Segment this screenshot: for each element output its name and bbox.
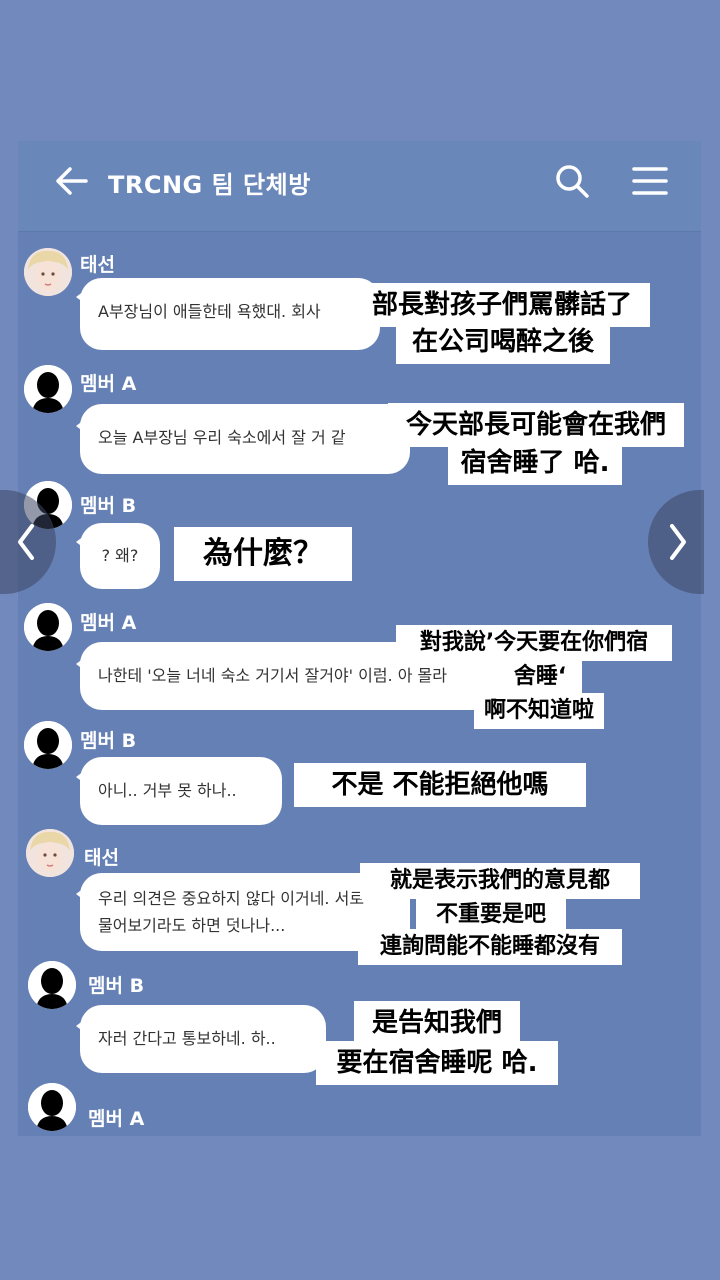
translation-caption: 連詢問能不能睡都沒有 bbox=[358, 929, 622, 965]
translation-caption: 就是表示我們的意見都 bbox=[360, 863, 640, 899]
back-arrow-icon[interactable] bbox=[52, 161, 92, 201]
sender-name: 멤버 B bbox=[80, 495, 137, 517]
sender-name: 태선 bbox=[80, 254, 115, 276]
message-text: A부장님이 애들한테 욕했대. 회사 bbox=[98, 302, 321, 321]
avatar-photo[interactable] bbox=[24, 248, 72, 296]
sender-name: 멤버 B bbox=[80, 730, 137, 752]
translation-caption: 不是 不能拒絕他嗎 bbox=[294, 763, 586, 807]
avatar-silhouette[interactable] bbox=[28, 1083, 76, 1131]
avatar-silhouette[interactable] bbox=[24, 603, 72, 651]
search-icon[interactable] bbox=[552, 161, 592, 201]
sender-name: 멤버 A bbox=[80, 612, 137, 634]
message-text-line: 물어보기라도 하면 덧나나... bbox=[98, 916, 286, 935]
previous-slide-button[interactable] bbox=[0, 490, 56, 594]
hamburger-menu-icon[interactable] bbox=[628, 161, 672, 201]
sender-name: 멤버 B bbox=[88, 975, 145, 997]
message-bubble[interactable]: 아니.. 거부 못 하나.. bbox=[80, 757, 282, 825]
chat-room-title: TRCNG 팀 단체방 bbox=[108, 171, 311, 199]
avatar-silhouette[interactable] bbox=[24, 721, 72, 769]
translation-caption: 宿舍睡了 哈. bbox=[448, 441, 622, 485]
message-text: 자러 간다고 통보하네. 하.. bbox=[98, 1029, 276, 1048]
translation-caption: 為什麼？ bbox=[174, 527, 352, 581]
translation-caption: 要在宿舍睡呢 哈. bbox=[316, 1041, 558, 1085]
message-text: ? 왜? bbox=[101, 546, 139, 565]
message-text: 오늘 A부장님 우리 숙소에서 잘 거 같 bbox=[98, 428, 346, 447]
sender-name: 멤버 A bbox=[88, 1108, 145, 1130]
message-text: 아니.. 거부 못 하나.. bbox=[98, 781, 237, 800]
message-bubble[interactable]: A부장님이 애들한테 욕했대. 회사 bbox=[80, 278, 380, 350]
translation-caption: 是告知我們 bbox=[354, 1001, 520, 1045]
sender-name: 멤버 A bbox=[80, 373, 137, 395]
next-slide-button[interactable] bbox=[648, 490, 704, 594]
translation-caption: 舍睡‘ bbox=[498, 659, 582, 695]
avatar-photo[interactable] bbox=[26, 829, 74, 877]
sender-name: 태선 bbox=[84, 847, 119, 869]
message-text: 나한테 '오늘 너네 숙소 거기서 잘거야' 이럼. 아 몰라 bbox=[98, 666, 447, 685]
translation-caption: 對我說’今天要在你們宿 bbox=[396, 625, 672, 661]
chat-room-panel: TRCNG 팀 단체방 태선 A부장님이 애들한테 욕했대. 회사 部長對孩子們… bbox=[18, 141, 701, 1136]
message-bubble[interactable]: 자러 간다고 통보하네. 하.. bbox=[80, 1005, 326, 1073]
translation-caption: 不重要是吧 bbox=[416, 897, 566, 933]
message-text-line: 우리 의견은 중요하지 않다 이거네. 서로 bbox=[98, 889, 365, 908]
message-bubble[interactable]: ? 왜? bbox=[80, 523, 160, 589]
avatar-silhouette[interactable] bbox=[28, 961, 76, 1009]
chevron-right-icon bbox=[670, 524, 686, 560]
chevron-left-icon bbox=[18, 524, 34, 560]
translation-caption: 啊不知道啦 bbox=[474, 693, 604, 729]
message-bubble[interactable]: 오늘 A부장님 우리 숙소에서 잘 거 같 bbox=[80, 404, 410, 474]
translation-caption: 在公司喝醉之後 bbox=[396, 320, 610, 364]
avatar-silhouette[interactable] bbox=[24, 365, 72, 413]
chat-header-bar: TRCNG 팀 단체방 bbox=[18, 141, 701, 232]
